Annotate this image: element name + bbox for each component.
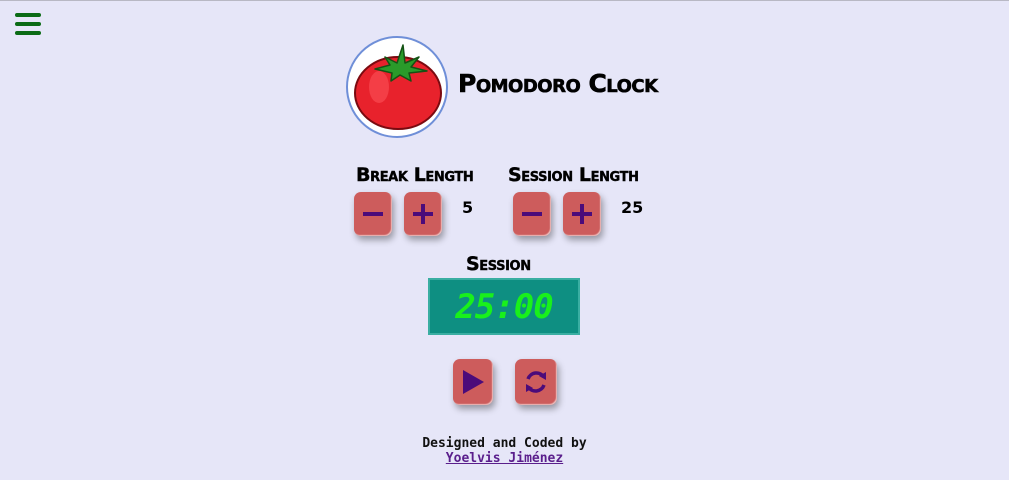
break-length-value: 5 — [462, 198, 474, 217]
session-length-label: Session Length — [508, 164, 639, 186]
play-icon — [463, 370, 484, 394]
session-length-value: 25 — [621, 198, 644, 217]
footer-credit: Designed and Coded by — [422, 436, 587, 451]
reset-button[interactable] — [515, 359, 557, 405]
hamburger-menu-icon[interactable] — [15, 13, 41, 35]
footer: Designed and Coded by Yoelvis Jiménez — [0, 436, 1009, 466]
author-link[interactable]: Yoelvis Jiménez — [446, 451, 563, 466]
plus-icon — [572, 204, 592, 224]
timer-label: Session — [466, 253, 531, 275]
time-left: 25:00 — [455, 286, 553, 327]
plus-icon — [413, 204, 433, 224]
start-stop-button[interactable] — [453, 359, 493, 405]
tomato-icon — [345, 35, 449, 139]
refresh-icon — [526, 371, 546, 393]
break-increment-button[interactable] — [404, 192, 442, 236]
minus-icon — [522, 212, 542, 216]
session-increment-button[interactable] — [563, 192, 601, 236]
minus-icon — [363, 212, 383, 216]
app-title: Pomodoro Clock — [458, 69, 659, 99]
timer-display: 25:00 — [428, 278, 580, 335]
session-decrement-button[interactable] — [513, 192, 551, 236]
break-length-label: Break Length — [356, 164, 474, 186]
break-decrement-button[interactable] — [354, 192, 392, 236]
